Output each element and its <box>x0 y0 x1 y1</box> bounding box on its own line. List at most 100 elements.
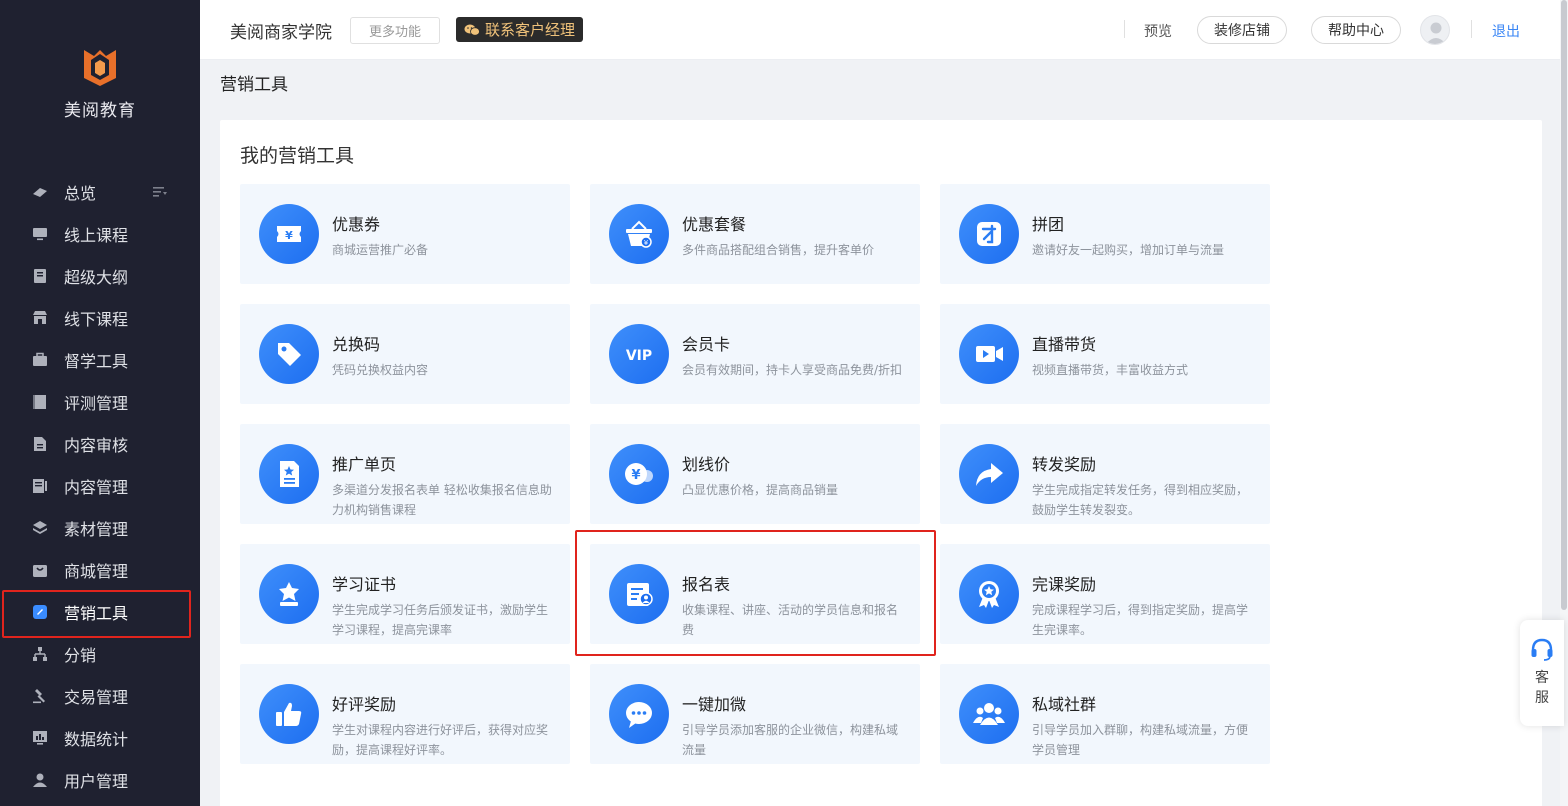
panel-title: 我的营销工具 <box>240 145 355 167</box>
thumbs-up-icon <box>259 684 319 744</box>
tool-desc: 学生完成学习任务后颁发证书，激励学生学习课程，提高完课率 <box>332 603 549 637</box>
tool-card-completion-reward[interactable]: 完课奖励 完成课程学习后，得到指定奖励，提高学生完课率。 <box>940 544 1270 644</box>
user-icon <box>32 772 48 788</box>
coupon-icon: ¥ <box>259 204 319 264</box>
user-avatar-icon <box>1426 22 1446 44</box>
tool-desc: 会员有效期间，持卡人享受商品免费/折扣 <box>682 363 903 377</box>
tool-card-redeem-code[interactable]: 兑换码 凭码兑换权益内容 <box>240 304 570 404</box>
sidebar-item-evaluation[interactable]: 评测管理 <box>0 381 200 423</box>
tool-card-member-card[interactable]: VIP 会员卡 会员有效期间，持卡人享受商品免费/折扣 <box>590 304 920 404</box>
page-icon <box>259 444 319 504</box>
sidebar-item-statistics[interactable]: 数据统计 <box>0 717 200 759</box>
tool-card-strikethrough-price[interactable]: ¥ 划线价 凸显优惠价格，提高商品销量 <box>590 424 920 524</box>
list-doc-icon <box>32 478 48 494</box>
tool-desc: 收集课程、讲座、活动的学员信息和报名费 <box>682 603 899 637</box>
sidebar-item-label: 线上课程 <box>64 226 129 245</box>
tool-card-add-wechat[interactable]: 一键加微 引导学员添加客服的企业微信，构建私域流量 <box>590 664 920 764</box>
share-icon <box>959 444 1019 504</box>
book-icon <box>32 268 48 284</box>
sidebar-item-label: 商城管理 <box>64 562 129 581</box>
headset-icon <box>1531 638 1553 661</box>
sidebar-item-label: 评测管理 <box>64 394 129 413</box>
tool-card-review-reward[interactable]: 好评奖励 学生对课程内容进行好评后，获得对应奖励，提高课程好评率。 <box>240 664 570 764</box>
document-icon <box>32 436 48 452</box>
logo[interactable]: 美阅教育 <box>0 44 200 121</box>
sidebar-item-content-management[interactable]: 内容管理 <box>0 465 200 507</box>
tool-desc: 多件商品搭配组合销售，提升客单价 <box>682 243 875 257</box>
sidebar-item-label: 督学工具 <box>64 352 129 371</box>
logo-icon <box>84 50 116 86</box>
network-icon <box>32 646 48 662</box>
tool-title: 优惠套餐 <box>682 215 747 234</box>
page-title: 营销工具 <box>220 75 288 95</box>
sidebar-item-transactions[interactable]: 交易管理 <box>0 675 200 717</box>
sidebar-item-label: 超级大纲 <box>64 268 129 287</box>
sidebar-item-super-outline[interactable]: 超级大纲 <box>0 255 200 297</box>
tool-title: 好评奖励 <box>332 695 397 714</box>
tool-desc: 引导学员添加客服的企业微信，构建私域流量 <box>682 723 899 757</box>
sidebar-item-online-courses[interactable]: 线上课程 <box>0 213 200 255</box>
tool-title: 兑换码 <box>332 335 381 354</box>
tag-icon <box>259 324 319 384</box>
marketing-icon <box>32 604 48 620</box>
logout-link[interactable]: 退出 <box>1492 21 1520 41</box>
tool-desc: 商城运营推广必备 <box>332 243 429 257</box>
sidebar-item-materials[interactable]: 素材管理 <box>0 507 200 549</box>
sidebar-item-distribution[interactable]: 分销 <box>0 633 200 675</box>
sidebar-item-overview[interactable]: 总览 <box>0 171 200 213</box>
marketing-tools-panel: 我的营销工具 ¥ 优惠券 商城运营推广必备 ¥ 优惠套餐 多件商品搭配组合销售，… <box>220 120 1542 806</box>
tool-title: 一键加微 <box>682 695 747 714</box>
tool-card-coupon[interactable]: ¥ 优惠券 商城运营推广必备 <box>240 184 570 284</box>
tool-card-registration-form[interactable]: 报名表 收集课程、讲座、活动的学员信息和报名费 <box>590 544 920 644</box>
tool-card-promo-page[interactable]: 推广单页 多渠道分发报名表单 轻松收集报名信息助力机构销售课程 <box>240 424 570 524</box>
customer-service-widget[interactable]: 客服 <box>1520 620 1564 726</box>
contact-manager-button[interactable]: 联系客户经理 <box>456 17 584 42</box>
decorate-store-button[interactable]: 装修店铺 <box>1197 16 1287 44</box>
monitor-icon <box>32 226 48 242</box>
more-features-button[interactable]: 更多功能 <box>350 17 440 44</box>
gavel-icon <box>32 688 48 704</box>
tool-card-share-reward[interactable]: 转发奖励 学生完成指定转发任务，得到相应奖励，鼓励学生转发裂变。 <box>940 424 1270 524</box>
basket-icon: ¥ <box>609 204 669 264</box>
sidebar-item-label: 素材管理 <box>64 520 129 539</box>
overview-icon <box>32 184 48 200</box>
group-buy-icon <box>959 204 1019 264</box>
sidebar-item-content-review[interactable]: 内容审核 <box>0 423 200 465</box>
store-icon <box>32 310 48 326</box>
sidebar-item-offline-courses[interactable]: 线下课程 <box>0 297 200 339</box>
avatar[interactable] <box>1420 15 1450 45</box>
top-header: 美阅商家学院 更多功能 联系客户经理 预览 装修店铺 帮助中心 退出 <box>200 0 1568 60</box>
sidebar-item-label: 数据统计 <box>64 730 129 749</box>
scrollbar-thumb[interactable] <box>1561 0 1567 610</box>
tool-card-private-community[interactable]: 私域社群 引导学员加入群聊，构建私域流量，方便学员管理 <box>940 664 1270 764</box>
community-icon <box>959 684 1019 744</box>
svg-text:VIP: VIP <box>626 348 652 364</box>
sidebar-item-marketing-tools[interactable]: 营销工具 <box>0 590 200 638</box>
contact-manager-label: 联系客户经理 <box>485 21 576 39</box>
tool-desc: 邀请好友一起购买，增加订单与流量 <box>1032 243 1225 257</box>
header-divider <box>1471 20 1472 38</box>
tool-title: 报名表 <box>682 575 731 594</box>
tool-title: 推广单页 <box>332 455 397 474</box>
tool-card-certificate[interactable]: 学习证书 学生完成学习任务后颁发证书，激励学生学习课程，提高完课率 <box>240 544 570 644</box>
sidebar-item-users[interactable]: 用户管理 <box>0 759 200 801</box>
preview-link[interactable]: 预览 <box>1144 21 1172 41</box>
test-icon <box>32 394 48 410</box>
svg-text:¥: ¥ <box>644 239 649 247</box>
sidebar-item-supervision-tools[interactable]: 督学工具 <box>0 339 200 381</box>
header-title: 美阅商家学院 <box>230 23 332 43</box>
tool-card-package[interactable]: ¥ 优惠套餐 多件商品搭配组合销售，提升客单价 <box>590 184 920 284</box>
help-center-button[interactable]: 帮助中心 <box>1311 16 1401 44</box>
tool-desc: 引导学员加入群聊，构建私域流量，方便学员管理 <box>1032 723 1249 757</box>
sidebar-item-mall[interactable]: 商城管理 <box>0 549 200 591</box>
tool-card-group-buy[interactable]: 拼团 邀请好友一起购买，增加订单与流量 <box>940 184 1270 284</box>
logo-text: 美阅教育 <box>64 101 136 121</box>
tool-title: 私域社群 <box>1032 695 1097 714</box>
tool-desc: 凭码兑换权益内容 <box>332 363 429 377</box>
tool-title: 拼团 <box>1032 215 1065 234</box>
tool-desc: 凸显优惠价格，提高商品销量 <box>682 483 839 497</box>
sidebar-item-label: 营销工具 <box>64 604 129 623</box>
collapse-menu-icon[interactable] <box>152 184 168 200</box>
svg-text:¥: ¥ <box>285 229 293 242</box>
tool-card-live-sales[interactable]: 直播带货 视频直播带货，丰富收益方式 <box>940 304 1270 404</box>
